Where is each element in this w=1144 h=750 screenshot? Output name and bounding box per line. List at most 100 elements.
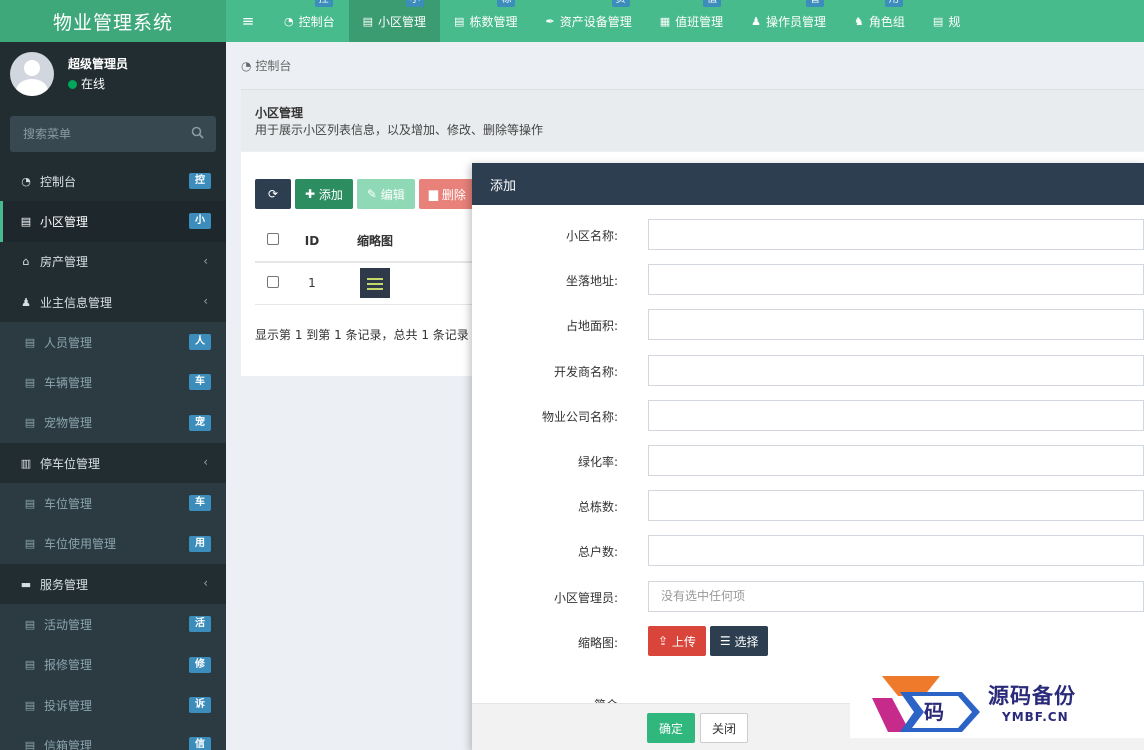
upload-icon: ⇪ bbox=[658, 634, 672, 648]
add-button-label: 添加 bbox=[318, 187, 343, 202]
sidebar-item-0[interactable]: ◔ 控制台 控 bbox=[0, 161, 226, 201]
edit-button[interactable]: ✎ 编辑 bbox=[356, 179, 415, 209]
user-panel: 超级管理员 在线 bbox=[0, 42, 226, 106]
field-label: 总户数: bbox=[577, 545, 618, 560]
watermark-domain: YMBF.CN bbox=[1002, 710, 1069, 724]
pagination-summary: 显示第 1 到第 1 条记录，总共 1 条记录 bbox=[255, 328, 469, 342]
tab-label: 值班管理 bbox=[675, 14, 724, 29]
thumbnail-image[interactable] bbox=[360, 268, 390, 299]
chevron-left-icon[interactable]: ‹ bbox=[203, 455, 208, 469]
film-icon: ▥ bbox=[20, 456, 32, 470]
tab-badge: 栋 bbox=[497, 0, 516, 7]
dashboard-icon: ◔ bbox=[284, 14, 294, 28]
form-input[interactable] bbox=[648, 535, 1144, 567]
add-button[interactable]: ✚ 添加 bbox=[295, 179, 353, 209]
sidebar-item-12[interactable]: ▤ 报修管理 修 bbox=[0, 644, 226, 685]
chevron-left-icon[interactable]: ‹ bbox=[203, 254, 208, 268]
manager-select[interactable] bbox=[648, 580, 1144, 612]
sidebar-item-8[interactable]: ▤ 车位管理 车 bbox=[0, 483, 226, 524]
top-tabs: ◔ 控制台 控 ▤ 小区管理 小 ▤ 栋数管理 栋 ✒ 资产设备管理 资 ▦ 值班管理 值 ♟ 操作员管理 管 ♞ 角… bbox=[270, 0, 974, 42]
sidebar-item-7[interactable]: ▥ 停车位管理 ‹ bbox=[0, 443, 226, 483]
column-header-id[interactable]: ID bbox=[291, 220, 333, 263]
sidebar-item-label: 控制台 bbox=[40, 174, 77, 189]
sidebar-item-label: 车辆管理 bbox=[44, 376, 93, 391]
form-input[interactable] bbox=[648, 445, 1144, 476]
tab-7[interactable]: ▤ 规 bbox=[919, 0, 974, 42]
sidebar-item-13[interactable]: ▤ 投诉管理 诉 bbox=[0, 684, 226, 726]
user-status-label: 在线 bbox=[81, 77, 106, 91]
dialog-title[interactable]: 添加 bbox=[472, 163, 1144, 205]
sidebar: 超级管理员 在线 ◔ 控制台 控 ▤ 小区管理 小 ⌂ 房产管理 ‹ ♟ 业主信息管理 ‹ ▤ 人员管理 人… bbox=[0, 42, 226, 750]
close-button[interactable]: 关闭 bbox=[700, 713, 748, 743]
hamburger-icon[interactable]: ≡ bbox=[226, 0, 270, 42]
sidebar-item-label: 车位使用管理 bbox=[44, 537, 117, 552]
confirm-button[interactable]: 确定 bbox=[647, 713, 695, 743]
sidebar-item-9[interactable]: ▤ 车位使用管理 用 bbox=[0, 523, 226, 564]
tab-label: 规 bbox=[948, 14, 961, 29]
form-row: 小区管理员: bbox=[472, 580, 1144, 613]
list-icon: ▤ bbox=[24, 698, 36, 712]
tab-3[interactable]: ✒ 资产设备管理 资 bbox=[531, 0, 645, 42]
form-input[interactable] bbox=[648, 399, 1144, 431]
form-row: 坐落地址: bbox=[472, 264, 1144, 296]
sidebar-item-14[interactable]: ▤ 信箱管理 信 bbox=[0, 725, 226, 750]
choose-button[interactable]: ☰ 选择 bbox=[709, 626, 769, 656]
thumbnail-row: 缩略图: ⇪ 上传 ☰ 选择 bbox=[472, 626, 1144, 658]
breadcrumb[interactable]: ◔ 控制台 bbox=[241, 57, 291, 74]
chevron-left-icon[interactable]: ‹ bbox=[203, 576, 208, 590]
tab-6[interactable]: ♞ 角色组 用 bbox=[840, 0, 919, 42]
field-label: 物业公司名称: bbox=[541, 409, 618, 424]
page-header: 小区管理 用于展示小区列表信息，以及增加、修改、删除等操作 bbox=[241, 89, 1144, 151]
list-icon: ▤ bbox=[24, 497, 36, 511]
sidebar-item-3[interactable]: ♟ 业主信息管理 ‹ bbox=[0, 282, 226, 322]
watermark-logo-icon: 码 bbox=[872, 676, 980, 732]
tab-1[interactable]: ▤ 小区管理 小 bbox=[348, 0, 441, 42]
sidebar-item-2[interactable]: ⌂ 房产管理 ‹ bbox=[0, 242, 226, 282]
sidebar-item-label: 小区管理 bbox=[40, 214, 89, 229]
row-checkbox[interactable] bbox=[267, 275, 279, 288]
delete-button[interactable]: ▆ 删除 bbox=[418, 179, 476, 209]
sidebar-item-6[interactable]: ▤ 宠物管理 宠 bbox=[0, 402, 226, 444]
sidebar-item-4[interactable]: ▤ 人员管理 人 bbox=[0, 322, 226, 363]
select-all-checkbox[interactable] bbox=[267, 233, 279, 245]
app-logo[interactable]: 物业管理系统 bbox=[0, 0, 226, 42]
form-input[interactable] bbox=[648, 264, 1144, 296]
search-input[interactable] bbox=[10, 116, 216, 152]
sidebar-item-10[interactable]: ▬ 服务管理 ‹ bbox=[0, 564, 226, 604]
form-input[interactable] bbox=[648, 490, 1144, 522]
search-icon[interactable] bbox=[191, 126, 204, 139]
column-header-thumbnail[interactable]: 缩略图 bbox=[333, 220, 417, 263]
sidebar-badge: 宠 bbox=[189, 414, 211, 431]
tab-0[interactable]: ◔ 控制台 控 bbox=[270, 0, 349, 42]
thumbnail-label: 缩略图: bbox=[577, 636, 618, 650]
refresh-button[interactable]: ⟳ bbox=[255, 179, 291, 209]
chevron-left-icon[interactable]: ‹ bbox=[203, 294, 208, 308]
sidebar-item-5[interactable]: ▤ 车辆管理 车 bbox=[0, 362, 226, 403]
watermark-name: 源码备份 bbox=[988, 683, 1076, 708]
tab-2[interactable]: ▤ 栋数管理 栋 bbox=[440, 0, 531, 42]
sidebar-item-label: 投诉管理 bbox=[44, 698, 93, 713]
form-input[interactable] bbox=[648, 354, 1144, 386]
tab-5[interactable]: ♟ 操作员管理 管 bbox=[737, 0, 840, 42]
list-toolbar: ⟳ ✚ 添加 ✎ 编辑 ▆ 删除 bbox=[255, 179, 476, 209]
select-all-cell bbox=[255, 220, 291, 263]
home-icon: ⌂ bbox=[22, 255, 30, 269]
sidebar-badge: 小 bbox=[189, 213, 211, 230]
sidebar-badge: 控 bbox=[189, 173, 211, 189]
sidebar-item-label: 活动管理 bbox=[44, 617, 93, 632]
page-subtitle: 用于展示小区列表信息，以及增加、修改、删除等操作 bbox=[255, 123, 544, 137]
field-label: 小区名称: bbox=[565, 229, 618, 243]
sidebar-item-label: 停车位管理 bbox=[40, 456, 101, 471]
edit-button-label: 编辑 bbox=[380, 187, 405, 202]
form-row: 开发商名称: bbox=[472, 354, 1144, 387]
form-input[interactable] bbox=[648, 219, 1144, 250]
online-dot-icon bbox=[68, 80, 77, 89]
form-input[interactable] bbox=[648, 309, 1144, 341]
top-navbar: 物业管理系统 ≡ ◔ 控制台 控 ▤ 小区管理 小 ▤ 栋数管理 栋 ✒ 资产设备管理 资 ▦ 值班管理 值… bbox=[0, 0, 1144, 42]
tab-4[interactable]: ▦ 值班管理 值 bbox=[646, 0, 737, 42]
sidebar-item-1[interactable]: ▤ 小区管理 小 bbox=[0, 201, 226, 242]
sidebar-item-11[interactable]: ▤ 活动管理 活 bbox=[0, 604, 226, 645]
add-dialog: 添加 小区名称: 坐落地址: 占地面积: 开发商名称: 物业公司名称: 绿化率: 总栋数: 总… bbox=[472, 163, 1144, 750]
upload-button[interactable]: ⇪ 上传 bbox=[648, 626, 706, 656]
user-status: 在线 bbox=[68, 75, 105, 92]
